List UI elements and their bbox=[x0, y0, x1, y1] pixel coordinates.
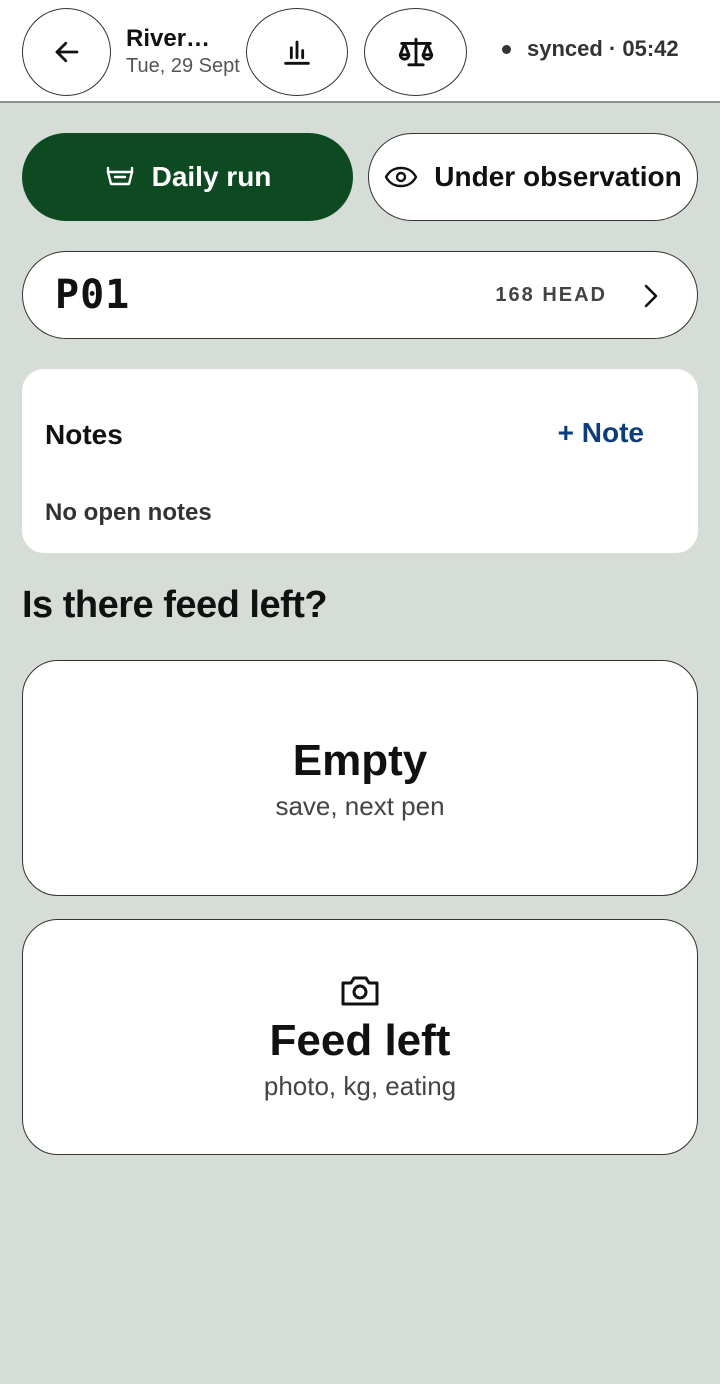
feed-left-option-button[interactable]: Feed left photo, kg, eating bbox=[22, 919, 698, 1155]
add-note-button[interactable]: + Note bbox=[558, 417, 644, 449]
weigh-button[interactable] bbox=[364, 8, 467, 96]
feed-left-option-subtitle: photo, kg, eating bbox=[263, 1070, 457, 1101]
daily-run-label: Daily run bbox=[151, 161, 272, 192]
under-observation-button[interactable]: Under observation bbox=[368, 133, 698, 221]
head-count: 168 HEAD bbox=[495, 284, 607, 306]
under-observation-label: Under observation bbox=[434, 161, 682, 192]
pen-id: P01 bbox=[55, 272, 131, 318]
daily-run-button[interactable]: Daily run bbox=[22, 133, 353, 221]
sync-status: synced · 05:42 bbox=[502, 36, 679, 62]
back-button[interactable] bbox=[22, 8, 111, 96]
feed-bunk-icon bbox=[106, 166, 133, 186]
scale-icon bbox=[398, 37, 433, 67]
arrow-left-icon bbox=[55, 41, 78, 63]
notes-empty-text: No open notes bbox=[45, 499, 212, 526]
feed-left-option-title: Feed left bbox=[269, 1015, 451, 1065]
pen-selector[interactable]: P01 168 HEAD bbox=[22, 251, 698, 339]
empty-option-title: Empty bbox=[292, 735, 428, 785]
sync-dot-icon bbox=[502, 44, 511, 54]
notes-card: Notes + Note No open notes bbox=[22, 369, 698, 553]
current-date: Tue, 29 Sept bbox=[126, 55, 240, 77]
sync-status-text: synced · 05:42 bbox=[527, 36, 679, 61]
camera-icon bbox=[341, 976, 379, 1005]
eye-icon bbox=[385, 166, 418, 188]
site-title-block: River… Tue, 29 Sept bbox=[126, 24, 250, 78]
stats-button[interactable] bbox=[246, 8, 348, 96]
notes-title: Notes bbox=[45, 419, 123, 450]
feed-question: Is there feed left? bbox=[22, 584, 328, 626]
top-bar: River… Tue, 29 Sept synced · 05:42 bbox=[0, 0, 720, 103]
chevron-right-icon bbox=[644, 284, 658, 308]
site-name: River… bbox=[126, 25, 211, 52]
empty-option-button[interactable]: Empty save, next pen bbox=[22, 660, 698, 896]
empty-option-subtitle: save, next pen bbox=[275, 790, 445, 821]
bar-chart-icon bbox=[284, 40, 310, 65]
